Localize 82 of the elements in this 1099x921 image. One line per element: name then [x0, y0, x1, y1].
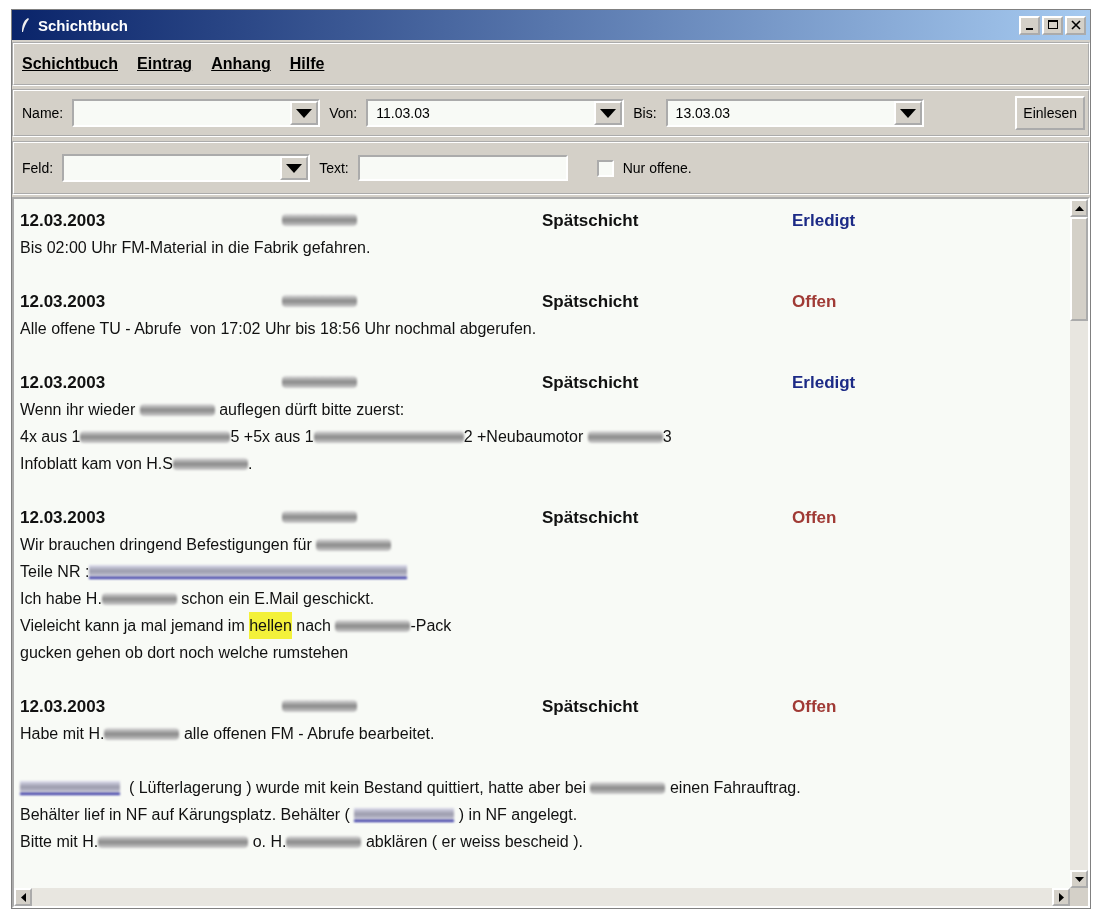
text: Teile NR : — [20, 562, 90, 582]
menu-item[interactable]: Schichtbuch — [22, 55, 118, 73]
text: schon ein E.Mail geschickt. — [180, 589, 375, 609]
text: Wenn ihr wieder — [20, 400, 137, 420]
redacted-link[interactable] — [354, 807, 455, 822]
field-dropdown[interactable] — [62, 154, 311, 182]
to-label: Bis: — [633, 105, 657, 121]
maximize-icon — [1047, 20, 1058, 30]
shift-label: Spätschicht — [542, 291, 640, 313]
close-icon — [1070, 20, 1081, 30]
horizontal-scrollbar[interactable] — [14, 888, 1070, 906]
entry-date: 12.03.2003 — [20, 372, 107, 394]
text: Bitte mit H. — [20, 832, 99, 852]
shift-label: Spätschicht — [542, 210, 640, 232]
text: 4x aus 1 — [20, 427, 81, 447]
menu-item[interactable]: Hilfe — [289, 55, 325, 73]
scroll-left-icon — [20, 892, 26, 902]
text: nach — [295, 616, 332, 636]
text: gucken gehen ob dort noch welche rumstehen — [20, 643, 349, 663]
text: 2 +Neubaumotor — [463, 427, 585, 447]
text: auflegen dürft bitte zuerst: — [218, 400, 405, 420]
text: Alle offene TU - Abrufe von 17:02 Uhr bis 18:56 Uhr nochmal abgerufen. — [20, 319, 537, 339]
text: . — [247, 454, 253, 474]
redacted-link[interactable] — [20, 780, 120, 795]
load-button[interactable]: Einlesen — [1015, 96, 1085, 130]
dropdown-arrow-icon — [600, 108, 617, 118]
text: einen Fahrauftrag. — [668, 778, 801, 798]
menu-item[interactable]: Anhang — [211, 55, 271, 73]
minimize-button[interactable] — [1019, 15, 1040, 35]
text: Ich habe H. — [20, 589, 102, 609]
name-dropdown[interactable] — [72, 99, 321, 127]
entry-date: 12.03.2003 — [20, 210, 107, 232]
shift-label: Spätschicht — [542, 696, 640, 718]
window-title: Schichtbuch — [38, 16, 128, 34]
status-label: Offen — [792, 291, 838, 313]
dropdown-arrow-icon — [286, 163, 303, 173]
minimize-icon — [1026, 27, 1033, 30]
text: Habe mit H. — [20, 724, 105, 744]
text: ( Lüfterlagerung ) wurde mit kein Bestand quittiert, hatte aber bei — [127, 778, 588, 798]
scroll-up-icon — [1074, 205, 1084, 211]
to-date-dropdown[interactable]: 13.03.03 — [665, 99, 924, 127]
status-label: Erledigt — [792, 372, 857, 394]
maximize-button[interactable] — [1042, 15, 1063, 35]
scroll-down-icon — [1074, 876, 1084, 882]
from-label: Von: — [329, 105, 358, 121]
text: 3 — [662, 427, 672, 447]
text: ) in NF angelegt. — [457, 805, 578, 825]
feather-icon — [20, 17, 30, 33]
redacted-link[interactable] — [89, 564, 408, 579]
close-button[interactable] — [1065, 15, 1086, 35]
text: 5 +5x aus 1 — [230, 427, 314, 447]
dropdown-arrow-icon — [899, 108, 916, 118]
text: Wir brauchen dringend Befestigungen für — [20, 535, 313, 555]
checkbox-label: Nur offene. — [622, 160, 692, 176]
highlighted-text: hellen — [249, 612, 292, 639]
vertical-scrollbar[interactable] — [1070, 199, 1088, 888]
text: -Pack — [410, 616, 452, 636]
field-label: Feld: — [22, 160, 54, 176]
scroll-thumb[interactable] — [1070, 217, 1088, 321]
from-date-dropdown[interactable]: 11.03.03 — [366, 99, 625, 127]
text-field[interactable] — [357, 155, 568, 181]
entry-date: 12.03.2003 — [20, 696, 107, 718]
text: o. H. — [251, 832, 287, 852]
checkbox[interactable] — [596, 159, 614, 177]
name-label: Name: — [22, 105, 64, 121]
entry-date: 12.03.2003 — [20, 291, 107, 313]
text: Infoblatt kam von H.S — [20, 454, 173, 474]
text: Vieleicht kann ja mal jemand im — [20, 616, 246, 636]
status-label: Offen — [792, 696, 838, 718]
shift-label: Spätschicht — [542, 507, 640, 529]
scroll-right-icon — [1058, 892, 1064, 902]
dropdown-arrow-icon — [296, 108, 313, 118]
status-label: Erledigt — [792, 210, 857, 232]
status-label: Offen — [792, 507, 838, 529]
text: Bis 02:00 Uhr FM-Material in die Fabrik gefahren. — [20, 238, 371, 258]
text: Behälter lief in NF auf Kärungsplatz. Behälter ( — [20, 805, 351, 825]
text: alle offenen FM - Abrufe bearbeitet. — [182, 724, 435, 744]
menu-item[interactable]: Eintrag — [137, 55, 193, 73]
text-label: Text: — [319, 160, 349, 176]
text: abklären ( er weiss bescheid ). — [364, 832, 583, 852]
entry-date: 12.03.2003 — [20, 507, 107, 529]
shift-label: Spätschicht — [542, 372, 640, 394]
